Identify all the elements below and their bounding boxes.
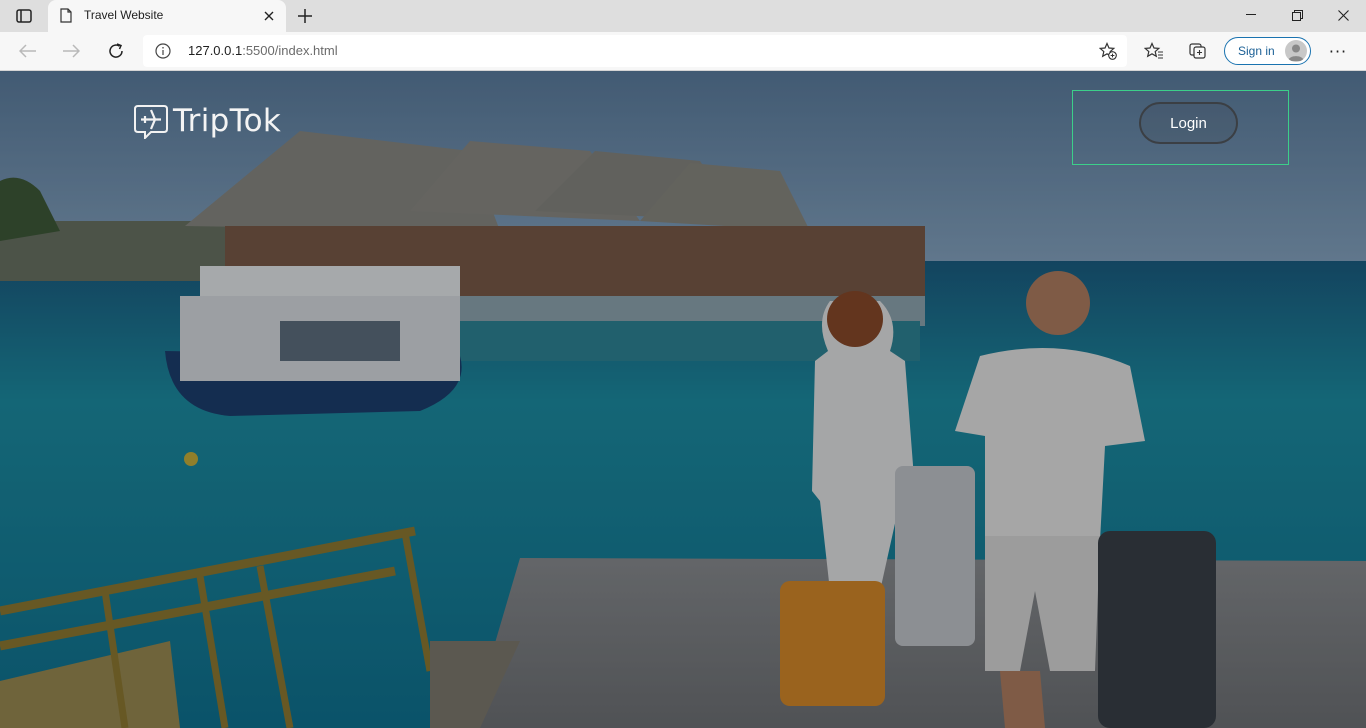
refresh-icon[interactable] <box>102 37 130 65</box>
login-container: Login <box>1072 90 1289 165</box>
close-tab-icon[interactable] <box>260 7 278 25</box>
tab-strip: Travel Website <box>0 0 1366 32</box>
restore-icon[interactable] <box>1274 0 1320 30</box>
sign-in-label: Sign in <box>1238 44 1275 58</box>
sign-in-button[interactable]: Sign in <box>1224 37 1311 65</box>
back-arrow-icon[interactable] <box>14 37 42 65</box>
plane-chat-icon <box>133 103 169 141</box>
page-icon <box>60 8 74 24</box>
url-path: :5500/index.html <box>242 43 338 58</box>
tab-title: Travel Website <box>84 8 164 22</box>
profile-avatar-icon <box>1285 40 1307 62</box>
more-options-icon[interactable]: ··· <box>1328 42 1348 61</box>
favorites-icon[interactable] <box>1144 41 1164 61</box>
page-viewport: TripTok Login <box>0 71 1366 728</box>
site-logo[interactable]: TripTok <box>133 103 282 141</box>
site-info-icon[interactable] <box>155 43 171 59</box>
add-favorite-icon[interactable] <box>1098 42 1117 60</box>
collections-icon[interactable] <box>1188 41 1208 61</box>
login-button[interactable]: Login <box>1139 102 1238 144</box>
forward-arrow-icon[interactable] <box>57 37 85 65</box>
minimize-icon[interactable] <box>1228 0 1274 30</box>
dark-overlay <box>0 71 1366 728</box>
close-window-icon[interactable] <box>1320 0 1366 30</box>
browser-window: Travel Website 127.0.0.1:5500/index.html… <box>0 0 1366 728</box>
address-toolbar: 127.0.0.1:5500/index.html Sign in ··· <box>0 32 1366 71</box>
tab-actions-icon[interactable] <box>10 6 38 26</box>
url-host: 127.0.0.1 <box>188 43 243 58</box>
tab-travel-website[interactable]: Travel Website <box>48 0 286 32</box>
url-text: 127.0.0.1:5500/index.html <box>188 43 338 58</box>
new-tab-icon[interactable] <box>294 5 316 27</box>
address-bar[interactable]: 127.0.0.1:5500/index.html <box>143 35 1127 67</box>
logo-text: TripTok <box>173 103 282 139</box>
